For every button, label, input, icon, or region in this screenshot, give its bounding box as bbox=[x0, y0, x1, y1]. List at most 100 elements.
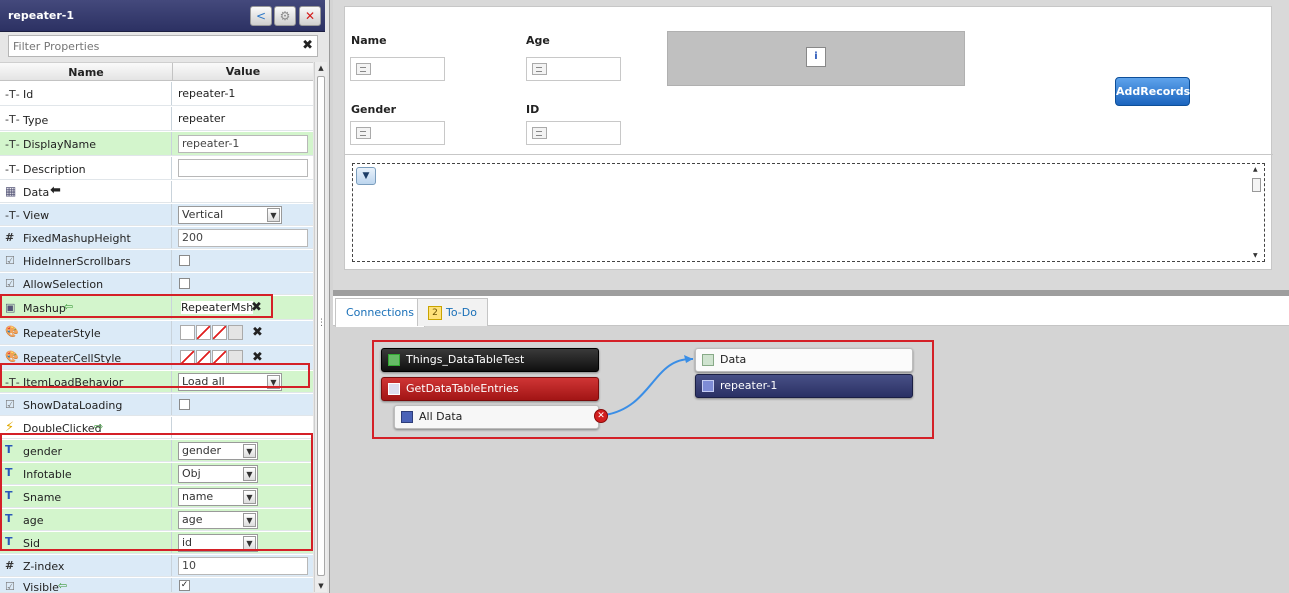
prop-label: Data bbox=[23, 186, 50, 199]
gender-textbox[interactable] bbox=[350, 121, 445, 145]
tab-connections[interactable]: Connections bbox=[335, 298, 425, 327]
sid-select[interactable]: id ▼ bbox=[178, 534, 258, 552]
style-swatch[interactable] bbox=[180, 325, 195, 340]
showdataloading-checkbox[interactable] bbox=[179, 399, 190, 410]
repeater-scrollbar[interactable]: ▲ ▼ bbox=[1252, 166, 1262, 259]
prop-row-mashup[interactable]: ▣ Mashup ⇦ RepeaterMsh ✖ bbox=[0, 296, 313, 320]
style-swatch[interactable] bbox=[196, 325, 211, 340]
age-label: Age bbox=[526, 34, 550, 47]
clear-mashup-icon[interactable]: ✖ bbox=[251, 300, 262, 315]
style-swatch[interactable] bbox=[212, 350, 227, 365]
itemload-select[interactable]: Load all ▼ bbox=[178, 373, 282, 391]
prop-row-showdataloading[interactable]: ☑ ShowDataLoading bbox=[0, 394, 313, 416]
image-widget[interactable]: i bbox=[667, 31, 965, 86]
zindex-input[interactable]: 10 bbox=[178, 557, 308, 575]
style-swatch[interactable] bbox=[196, 350, 211, 365]
lightning-icon: ⚡ bbox=[5, 420, 15, 435]
infotable-select[interactable]: Obj ▼ bbox=[178, 465, 258, 483]
mashup-form: Name Age i Gender ID AddRecords ▼ ▲ ▼ bbox=[344, 6, 1273, 270]
chevron-down-icon: ▼ bbox=[243, 444, 256, 458]
gear-icon[interactable]: ⚙ bbox=[274, 6, 296, 26]
filter-input[interactable] bbox=[9, 36, 293, 56]
text-type-icon: ‑T‑ bbox=[5, 88, 20, 101]
prop-label: FixedMashupHeight bbox=[23, 232, 131, 245]
name-textbox[interactable] bbox=[350, 57, 445, 81]
style-swatch[interactable] bbox=[228, 325, 243, 340]
prop-label: Visible bbox=[23, 581, 59, 593]
prop-row-type[interactable]: ‑T‑ Type repeater bbox=[0, 107, 313, 131]
style-swatch[interactable] bbox=[228, 350, 243, 365]
prop-row-id[interactable]: ‑T‑ Id repeater-1 bbox=[0, 82, 313, 106]
prop-row-data[interactable]: ▦ Data ⬅ bbox=[0, 181, 313, 203]
all-data-node[interactable]: All Data bbox=[394, 405, 599, 429]
displayname-input[interactable]: repeater-1 bbox=[178, 135, 308, 153]
name-label: Name bbox=[351, 34, 387, 47]
widget-menu-dropdown[interactable]: ▼ bbox=[356, 167, 376, 185]
prop-label: View bbox=[23, 209, 50, 222]
prop-row-allowselection[interactable]: ☑ AllowSelection bbox=[0, 273, 313, 295]
service-node-label: GetDataTableEntries bbox=[406, 382, 519, 395]
remove-binding-icon[interactable]: ✕ bbox=[594, 409, 608, 423]
prop-row-hidescroll[interactable]: ☑ HideInnerScrollbars bbox=[0, 250, 313, 272]
share-icon[interactable]: < bbox=[250, 6, 272, 26]
prop-row-repeaterstyle[interactable]: 🎨 RepeaterStyle ✖ bbox=[0, 321, 313, 345]
prop-row-visible[interactable]: ☑ Visible ⇦ ✓ bbox=[0, 578, 313, 593]
prop-row-age[interactable]: T age age ▼ bbox=[0, 509, 313, 531]
visible-checkbox[interactable]: ✓ bbox=[179, 580, 190, 591]
clear-filter-icon[interactable]: ✖ bbox=[302, 38, 313, 53]
tab-todo[interactable]: 2 To-Do bbox=[417, 298, 488, 326]
scroll-up-icon[interactable]: ▲ bbox=[1253, 166, 1258, 173]
style-swatch[interactable] bbox=[180, 350, 195, 365]
prop-row-itemloadbehavior[interactable]: ‑T‑ ItemLoadBehavior Load all ▼ bbox=[0, 371, 313, 393]
allowselection-checkbox[interactable] bbox=[179, 278, 190, 289]
chevron-down-icon: ▼ bbox=[243, 513, 256, 527]
age-textbox[interactable] bbox=[526, 57, 621, 81]
style-swatch[interactable] bbox=[212, 325, 227, 340]
prop-row-fixedheight[interactable]: # FixedMashupHeight 200 bbox=[0, 227, 313, 249]
prop-row-zindex[interactable]: # Z-index 10 bbox=[0, 555, 313, 577]
infotable-icon bbox=[401, 411, 413, 423]
add-records-button[interactable]: AddRecords bbox=[1115, 77, 1190, 106]
all-data-label: All Data bbox=[419, 410, 463, 423]
prop-row-view[interactable]: ‑T‑ View Vertical ▼ bbox=[0, 204, 313, 226]
repeater-widget-node[interactable]: repeater-1 bbox=[695, 374, 913, 398]
service-node[interactable]: GetDataTableEntries bbox=[381, 377, 599, 401]
panel-splitter-icon[interactable]: ⋮ bbox=[317, 318, 326, 328]
field-type-icon: T bbox=[5, 489, 13, 502]
prop-row-sname[interactable]: T Sname name ▼ bbox=[0, 486, 313, 508]
prop-row-repeatercellstyle[interactable]: 🎨 RepeaterCellStyle ✖ bbox=[0, 346, 313, 370]
description-input[interactable] bbox=[178, 159, 308, 177]
text-type-icon: ‑T‑ bbox=[5, 163, 20, 176]
age-select[interactable]: age ▼ bbox=[178, 511, 258, 529]
view-select[interactable]: Vertical ▼ bbox=[178, 206, 282, 224]
scroll-down-icon[interactable]: ▼ bbox=[315, 580, 327, 592]
fixedheight-input[interactable]: 200 bbox=[178, 229, 308, 247]
thing-node[interactable]: Things_DataTableTest bbox=[381, 348, 599, 372]
gender-select[interactable]: gender ▼ bbox=[178, 442, 258, 460]
mashup-value[interactable]: RepeaterMsh bbox=[181, 301, 254, 314]
palette-icon: 🎨 bbox=[5, 325, 19, 338]
scroll-thumb[interactable] bbox=[1252, 178, 1261, 192]
scroll-down-icon[interactable]: ▼ bbox=[1253, 252, 1258, 259]
sname-select[interactable]: name ▼ bbox=[178, 488, 258, 506]
close-icon[interactable]: ✕ bbox=[299, 6, 321, 26]
prop-row-doubleclicked[interactable]: ⚡ DoubleClicked ⇨ bbox=[0, 417, 313, 439]
repeater-widget[interactable]: ▼ ▲ ▼ bbox=[352, 163, 1265, 262]
id-textbox[interactable] bbox=[526, 121, 621, 145]
scroll-up-icon[interactable]: ▲ bbox=[315, 62, 327, 74]
property-grid: Name Value ‑T‑ Id repeater-1 ‑T‑ Type re… bbox=[0, 62, 313, 593]
prop-row-sid[interactable]: T Sid id ▼ bbox=[0, 532, 313, 554]
prop-value: repeater bbox=[178, 112, 226, 125]
clear-cellstyle-icon[interactable]: ✖ bbox=[252, 350, 263, 365]
mashup-type-icon: ▣ bbox=[5, 301, 16, 314]
prop-row-infotable[interactable]: T Infotable Obj ▼ bbox=[0, 463, 313, 485]
hidescroll-checkbox[interactable] bbox=[179, 255, 190, 266]
clear-style-icon[interactable]: ✖ bbox=[252, 325, 263, 340]
prop-row-gender[interactable]: T gender gender ▼ bbox=[0, 440, 313, 462]
prop-row-displayname[interactable]: ‑T‑ DisplayName repeater-1 bbox=[0, 132, 313, 156]
prop-row-description[interactable]: ‑T‑ Description bbox=[0, 157, 313, 180]
text-type-icon: ‑T‑ bbox=[5, 138, 20, 151]
todo-count-badge: 2 bbox=[428, 306, 442, 320]
infotable-icon bbox=[702, 354, 714, 366]
data-property-node[interactable]: Data bbox=[695, 348, 913, 372]
